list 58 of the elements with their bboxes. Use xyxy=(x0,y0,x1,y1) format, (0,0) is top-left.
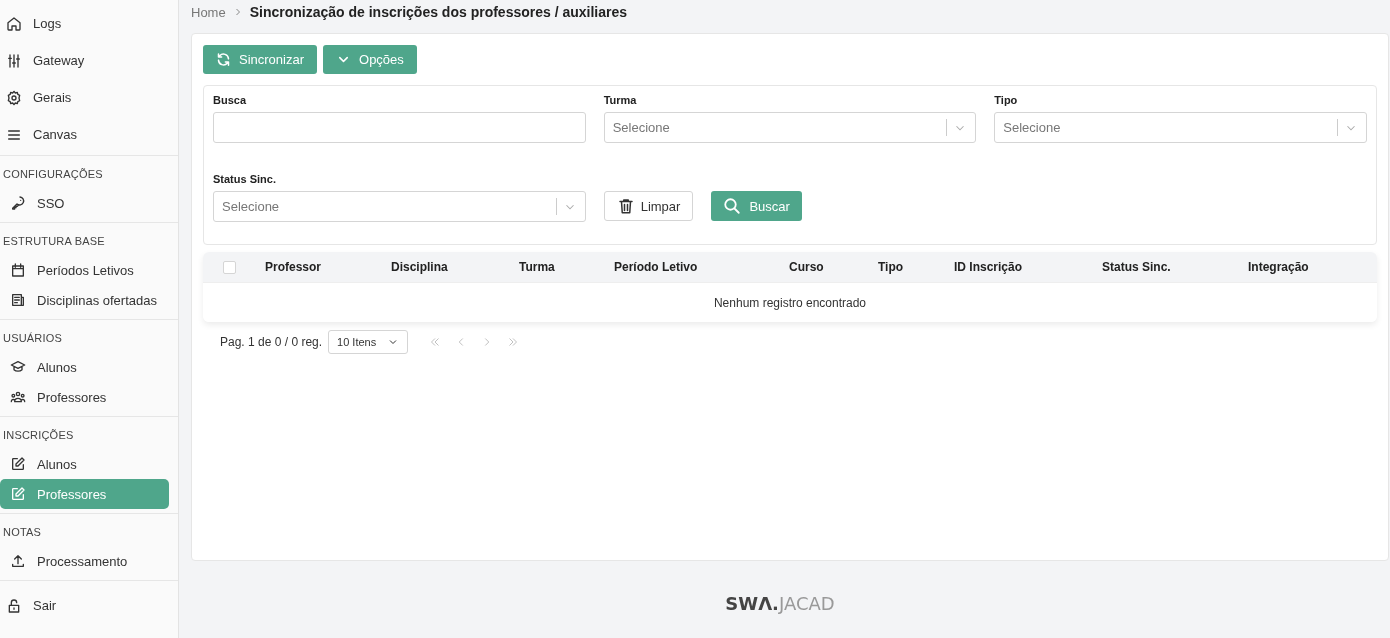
section-header: ESTRUTURA BASE xyxy=(2,234,106,249)
sidebar-item[interactable]: Processamento xyxy=(0,546,169,576)
sidebar-item[interactable]: Professores xyxy=(0,382,169,412)
select-field[interactable]: Selecione xyxy=(603,112,977,143)
page-title: Sincronização de inscrições dos professores / auxiliares xyxy=(249,4,628,20)
sidebar-item[interactable]: Alunos xyxy=(0,449,169,479)
column-header: Status Sinc. xyxy=(1101,260,1172,274)
column-header: Professor xyxy=(264,260,323,274)
people-icon xyxy=(10,389,26,405)
checkbox[interactable] xyxy=(223,260,236,274)
page-size-select[interactable]: 10 Itens xyxy=(328,330,409,354)
field-label: Status Sinc. xyxy=(213,173,277,185)
select-field[interactable]: Selecione xyxy=(213,191,586,222)
field-label: Busca xyxy=(213,94,248,106)
graduation-cap-icon xyxy=(10,359,26,375)
sidebar-item[interactable]: Logs xyxy=(0,5,169,42)
key-icon xyxy=(10,195,26,211)
lock-icon xyxy=(6,597,22,614)
column-header: Integração xyxy=(1247,260,1310,274)
section-header: NOTAS xyxy=(2,525,43,540)
sidebar-item[interactable]: Períodos Letivos xyxy=(0,255,169,285)
home-icon xyxy=(6,15,22,32)
select-field[interactable]: Selecione xyxy=(994,112,1367,143)
section-header: CONFIGURAÇÕES xyxy=(2,167,104,182)
column-header: Disciplina xyxy=(390,260,449,274)
section-header: INSCRIÇÕES xyxy=(2,428,75,443)
pagination-summary: Pag. 1 de 0 / 0 reg. xyxy=(220,335,323,349)
clear-button[interactable]: Limpar xyxy=(603,191,694,221)
upload-icon xyxy=(10,553,26,569)
sidebar-item[interactable]: Canvas xyxy=(0,116,169,153)
settings-icon xyxy=(6,89,22,106)
document-icon xyxy=(10,292,26,308)
column-header: Tipo xyxy=(877,260,905,274)
field-label: Turma xyxy=(603,94,638,106)
sidebar-item[interactable]: Alunos xyxy=(0,352,169,382)
calendar-icon xyxy=(10,262,26,278)
logo-text: JACAD xyxy=(778,593,835,614)
trash-icon xyxy=(616,197,635,215)
sidebar-item[interactable]: Disciplinas ofertadas xyxy=(0,285,169,315)
breadcrumb-link[interactable]: Home xyxy=(191,4,226,20)
search-icon xyxy=(723,197,742,215)
sliders-icon xyxy=(6,52,22,69)
edit-icon xyxy=(10,486,26,502)
column-header: Turma xyxy=(518,260,556,274)
section-header: USUÁRIOS xyxy=(2,331,64,346)
sidebar-item[interactable]: Gateway xyxy=(0,42,169,79)
column-header: Período Letivo xyxy=(613,260,699,274)
empty-message: Nenhum registro encontrado xyxy=(713,295,867,310)
sync-icon xyxy=(216,52,231,67)
column-header: Curso xyxy=(788,260,825,274)
logo-mark: SWΛ. xyxy=(725,593,779,614)
sidebar-item[interactable]: SSO xyxy=(0,188,169,218)
sidebar-item[interactable]: Gerais xyxy=(0,79,169,116)
sidebar-item[interactable]: Sair xyxy=(0,587,169,624)
edit-icon xyxy=(10,456,26,472)
column-header: ID Inscrição xyxy=(953,260,1024,274)
search-field[interactable] xyxy=(213,112,586,143)
field-label: Tipo xyxy=(994,94,1019,106)
